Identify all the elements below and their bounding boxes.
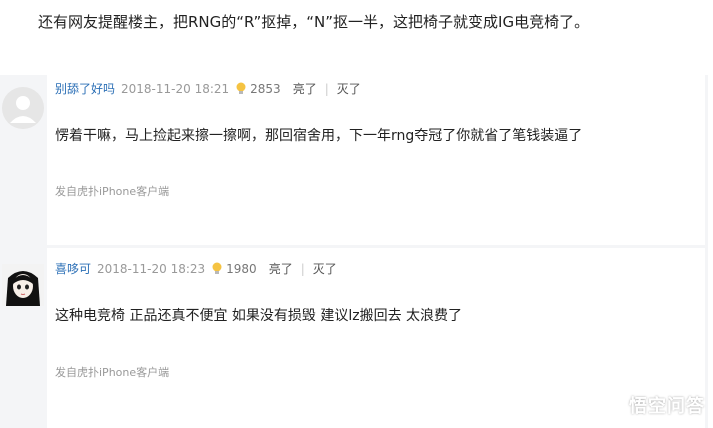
light-count: 2853 bbox=[250, 81, 281, 96]
comment-text: 这种电竞椅 正品还真不便宜 如果没有损毁 建议lz搬回去 太浪费了 bbox=[55, 308, 463, 324]
username-link[interactable]: 喜哆可 bbox=[55, 260, 91, 277]
separator: | bbox=[300, 261, 305, 276]
comment-text: 愣着干嘛，马上捡起来擦一擦啊，那回宿舍用，下一年rng夺冠了你就省了笔钱装逼了 bbox=[55, 128, 583, 144]
downvote-button[interactable]: 灭了 bbox=[313, 260, 337, 277]
comment-card: 别舔了好吗 2018-11-20 18:21 2853 亮了 | 灭了 愣着干嘛… bbox=[47, 75, 705, 245]
upvote-button[interactable]: 亮了 bbox=[269, 260, 293, 277]
upvote-button[interactable]: 亮了 bbox=[293, 80, 317, 97]
wukong-watermark: 悟空问答 bbox=[603, 392, 705, 418]
user-avatar-default[interactable] bbox=[2, 87, 44, 129]
device-source: 发自虎扑iPhone客户端 bbox=[55, 366, 170, 379]
light-count: 1980 bbox=[226, 261, 257, 276]
separator: | bbox=[324, 81, 329, 96]
comment-timestamp: 2018-11-20 18:23 bbox=[97, 261, 206, 276]
username-link[interactable]: 别舔了好吗 bbox=[55, 80, 115, 97]
comment-timestamp: 2018-11-20 18:21 bbox=[121, 81, 230, 96]
user-avatar-anime[interactable] bbox=[2, 264, 44, 306]
downvote-button[interactable]: 灭了 bbox=[337, 80, 361, 97]
watermark-text: 悟空问答 bbox=[629, 396, 705, 417]
anime-girl-avatar-icon bbox=[2, 264, 44, 306]
comment-meta: 喜哆可 2018-11-20 18:23 1980 亮了 | 灭了 bbox=[55, 260, 345, 277]
lightbulb-icon bbox=[211, 262, 223, 276]
intro-text: 还有网友提醒楼主，把RNG的“R”抠掉，“N”抠一半，这把椅子就变成IG电竞椅了… bbox=[38, 13, 590, 31]
wukong-logo-icon bbox=[603, 394, 625, 416]
lightbulb-icon bbox=[235, 82, 247, 96]
comment-meta: 别舔了好吗 2018-11-20 18:21 2853 亮了 | 灭了 bbox=[55, 80, 369, 97]
default-avatar-icon bbox=[2, 87, 44, 129]
device-source: 发自虎扑iPhone客户端 bbox=[55, 185, 170, 198]
